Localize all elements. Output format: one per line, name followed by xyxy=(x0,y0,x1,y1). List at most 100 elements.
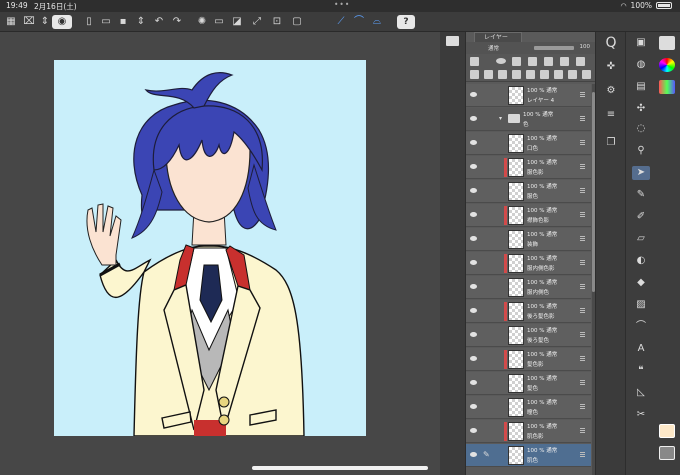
merge-down-icon[interactable] xyxy=(526,70,535,79)
background-color-swatch[interactable] xyxy=(659,446,675,460)
layer-row[interactable]: 100 % 通常 瞳色 xyxy=(466,396,591,419)
layer-clip-icon[interactable] xyxy=(528,57,537,66)
visibility-eye-icon[interactable] xyxy=(470,428,477,433)
visibility-eye-icon[interactable] xyxy=(470,380,477,385)
snap-icon[interactable]: ⟋ xyxy=(334,15,348,29)
opacity-slider[interactable] xyxy=(534,46,574,50)
layer-row[interactable]: 100 % 通常 後ろ髪色影 xyxy=(466,300,591,323)
layer-row[interactable]: 100 % 通常 服内側色影 xyxy=(466,252,591,275)
layers-copy-icon[interactable]: ❐ xyxy=(602,136,620,150)
layer-row[interactable]: 100 % 通常 口色 xyxy=(466,132,591,155)
visibility-eye-icon[interactable] xyxy=(470,188,477,193)
layer-row[interactable]: 100 % 通常 レイヤー 4 xyxy=(466,84,591,107)
ruler-icon[interactable]: ◺ xyxy=(632,386,650,400)
figure-icon[interactable]: ⌒ xyxy=(632,320,650,334)
visibility-eye-icon[interactable] xyxy=(470,452,477,457)
pointer-icon[interactable]: ➤ xyxy=(632,166,650,180)
canvas-area[interactable] xyxy=(0,32,440,475)
home-indicator[interactable] xyxy=(252,466,428,470)
layer-menu-icon[interactable] xyxy=(580,260,585,265)
layer-menu-icon[interactable] xyxy=(580,188,585,193)
visibility-eye-icon[interactable] xyxy=(470,236,477,241)
correction-icon[interactable]: ✂ xyxy=(632,408,650,422)
snap-special-icon[interactable]: ⌓ xyxy=(370,15,384,29)
visibility-eye-icon[interactable] xyxy=(470,332,477,337)
subtool-list-icon[interactable]: ≡ xyxy=(602,108,620,122)
folder-caret-icon[interactable]: ▾ xyxy=(499,115,502,122)
open-icon[interactable]: ▭ xyxy=(99,15,113,29)
gear-icon[interactable]: ⚙ xyxy=(602,84,620,98)
layer-menu-icon[interactable] xyxy=(580,92,585,97)
magic-wand-icon[interactable]: ⚲ xyxy=(632,144,650,158)
save-icon[interactable]: ▪ xyxy=(116,15,130,29)
new-folder-icon[interactable] xyxy=(498,70,507,79)
color-wheel-icon[interactable]: ◍ xyxy=(632,58,650,72)
ruler-icon[interactable]: ▢ xyxy=(290,15,304,29)
layer-menu-icon[interactable] xyxy=(580,116,585,121)
text-icon[interactable]: A xyxy=(632,342,650,356)
layer-menu-icon[interactable] xyxy=(580,164,585,169)
pen-icon[interactable]: ✎ xyxy=(632,188,650,202)
layer-menu-icon[interactable] xyxy=(580,140,585,145)
camera-color-icon[interactable] xyxy=(659,36,675,50)
undo-icon[interactable]: ↶ xyxy=(152,15,166,29)
layer-menu-icon[interactable] xyxy=(580,212,585,217)
eye-icon[interactable]: ◉ xyxy=(52,15,72,29)
fill-icon[interactable]: ◪ xyxy=(230,15,244,29)
fill-icon[interactable]: ◆ xyxy=(632,276,650,290)
redo-icon[interactable]: ↷ xyxy=(170,15,184,29)
brush-icon[interactable]: ✐ xyxy=(632,210,650,224)
grid-icon[interactable]: ▦ xyxy=(4,15,18,29)
layer-lock-icon[interactable] xyxy=(512,57,521,66)
eraser-icon[interactable]: ▱ xyxy=(632,232,650,246)
visibility-eye-icon[interactable] xyxy=(470,116,477,121)
layer-mask-icon[interactable] xyxy=(496,58,506,64)
layer-row[interactable]: 100 % 通常 服色 xyxy=(466,180,591,203)
layer-row[interactable]: 100 % 通常 後ろ髪色 xyxy=(466,324,591,347)
opacity-value[interactable]: 100 xyxy=(580,44,591,50)
layer-folder-row[interactable]: ▾ 100 % 通常 色 xyxy=(466,108,591,131)
layer-ref-icon[interactable] xyxy=(544,57,553,66)
color-set-icon[interactable] xyxy=(659,80,675,94)
layer-menu-icon[interactable] xyxy=(580,380,585,385)
visibility-eye-icon[interactable] xyxy=(470,212,477,217)
visibility-eye-icon[interactable] xyxy=(470,356,477,361)
layer-menu-icon[interactable] xyxy=(580,284,585,289)
gradient-icon[interactable]: ▨ xyxy=(632,298,650,312)
transform-icon[interactable]: ⌧ xyxy=(22,15,36,29)
layer-tab[interactable]: レイヤー xyxy=(474,32,522,42)
layer-menu-icon[interactable] xyxy=(580,332,585,337)
select-icon[interactable]: ◌ xyxy=(632,122,650,136)
visibility-eye-icon[interactable] xyxy=(470,260,477,265)
visibility-eye-icon[interactable] xyxy=(470,164,477,169)
drawing-canvas[interactable] xyxy=(54,60,366,436)
copy-layer-icon[interactable] xyxy=(512,70,521,79)
layer-menu-icon[interactable] xyxy=(580,356,585,361)
blend-mode-select[interactable]: 通常 xyxy=(488,44,528,52)
layer-menu-icon[interactable] xyxy=(580,308,585,313)
layer-row[interactable]: 100 % 通常 服色影 xyxy=(466,156,591,179)
move-icon[interactable]: ✣ xyxy=(632,102,650,116)
layer-draft-icon[interactable] xyxy=(560,57,569,66)
layer-color-icon[interactable] xyxy=(470,57,479,66)
layer-menu-icon[interactable] xyxy=(580,428,585,433)
trash-icon[interactable] xyxy=(582,70,591,79)
updown-icon[interactable]: ⇕ xyxy=(38,15,52,29)
foreground-color-swatch[interactable] xyxy=(659,424,675,438)
subtool-icon[interactable]: ✜ xyxy=(602,60,620,74)
layer-row[interactable]: 100 % 通常 襟飾色影 xyxy=(466,204,591,227)
loading-icon[interactable]: ✺ xyxy=(195,15,209,29)
arrows-icon[interactable]: ⇕ xyxy=(134,15,148,29)
multitask-dots[interactable]: ••• xyxy=(334,0,350,9)
search-icon[interactable]: Q xyxy=(602,36,620,50)
color-wheel-icon[interactable] xyxy=(659,58,675,72)
new-file-icon[interactable]: ▯ xyxy=(82,15,96,29)
layer-row[interactable]: 100 % 通常 服内側色 xyxy=(466,276,591,299)
fit-icon[interactable]: ⤢ xyxy=(250,15,264,29)
layer-menu-icon[interactable] xyxy=(580,236,585,241)
help-icon[interactable]: ? xyxy=(397,15,415,29)
camera-icon[interactable]: ▣ xyxy=(632,36,650,50)
layer-row[interactable]: 100 % 通常 髪色影 xyxy=(466,348,591,371)
layer-row[interactable]: 100 % 通常 肌色影 xyxy=(466,420,591,443)
snap-pen-icon[interactable]: ⌒ xyxy=(352,15,366,29)
